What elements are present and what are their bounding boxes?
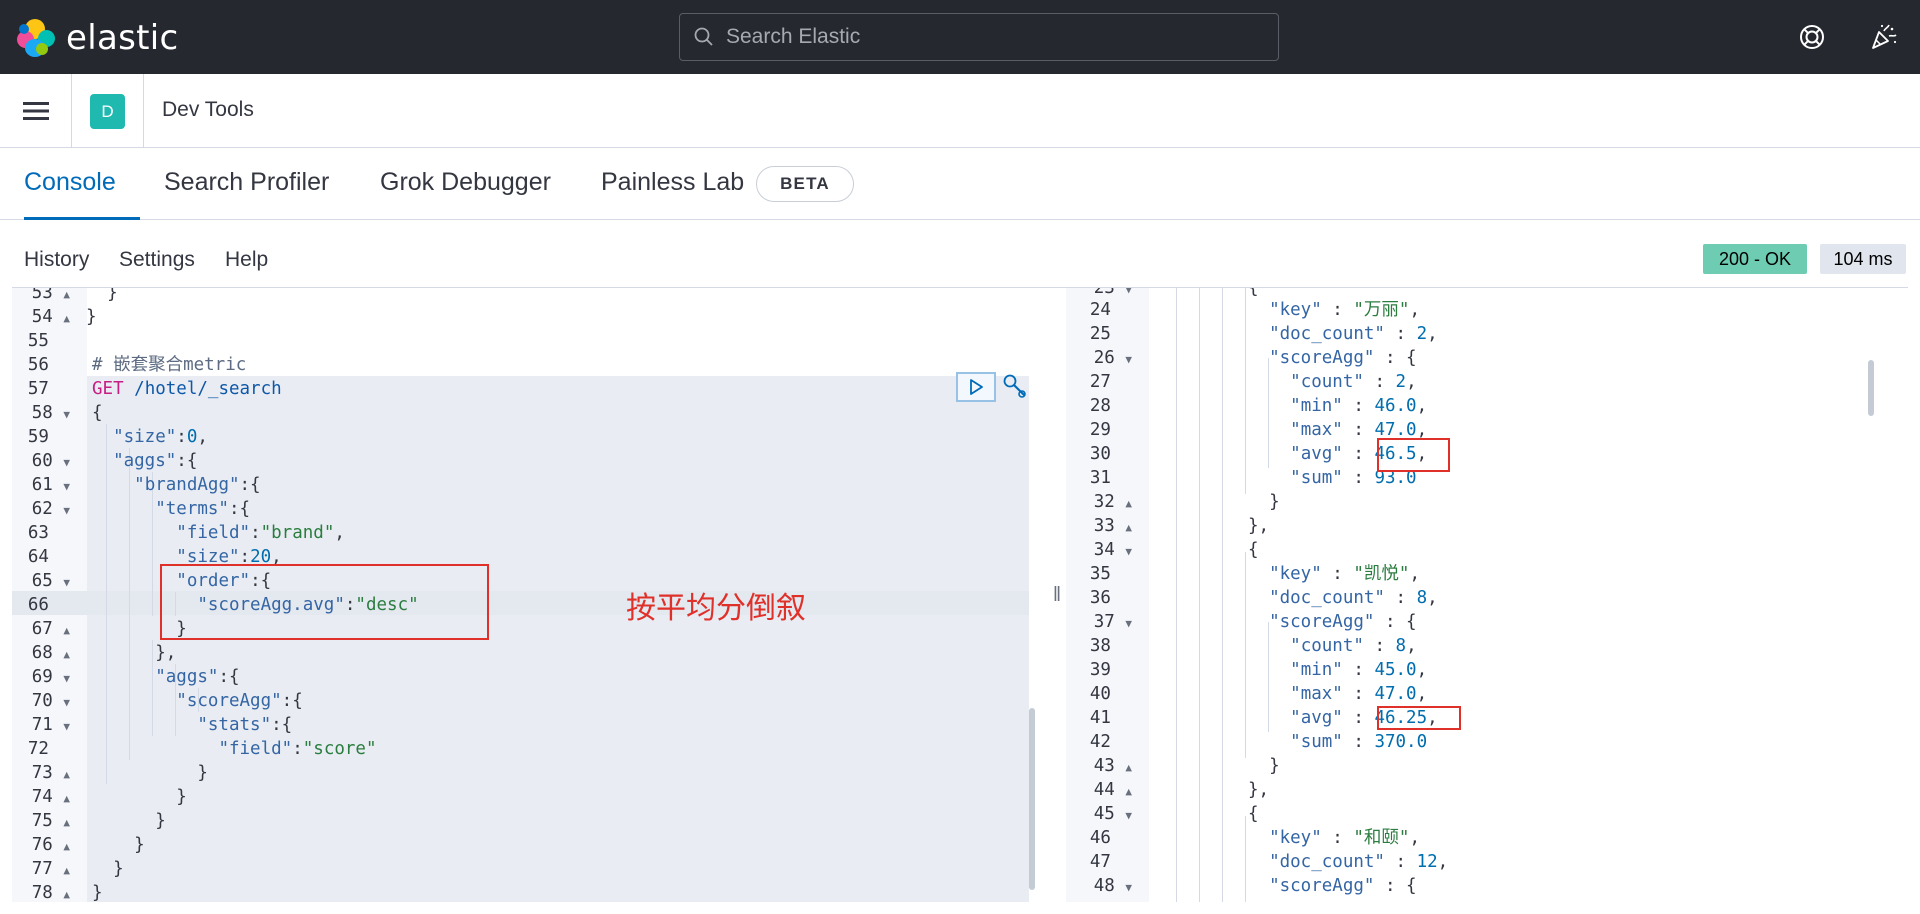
- search-input[interactable]: [726, 25, 1246, 49]
- hamburger-icon: [22, 102, 49, 120]
- history-link[interactable]: History: [24, 248, 89, 272]
- response-scrollbar[interactable]: [1868, 360, 1874, 416]
- global-search[interactable]: [679, 13, 1279, 61]
- response-viewer[interactable]: 23 ▼{ 24 "key" : "万丽", 25 "doc_count" : …: [1066, 288, 1908, 902]
- hamburger-menu-button[interactable]: [0, 74, 72, 148]
- pane-resizer[interactable]: ‖: [1048, 288, 1066, 902]
- request-editor[interactable]: 53 ▲ } 54 ▲} 55 56 # 嵌套聚合metric 57 GET /…: [12, 288, 1047, 902]
- tab-search-profiler[interactable]: Search Profiler: [164, 168, 329, 220]
- help-link[interactable]: Help: [225, 248, 268, 272]
- dev-tools-tabs: Console Search Profiler Grok Debugger Pa…: [0, 148, 1920, 220]
- request-actions: [956, 372, 1028, 402]
- request-scrollbar[interactable]: [1029, 708, 1035, 890]
- party-popper-icon[interactable]: [1868, 22, 1898, 52]
- tab-painless-lab[interactable]: Painless Lab: [601, 168, 744, 220]
- breadcrumb: Dev Tools: [162, 98, 254, 121]
- annotation-text: 按平均分倒叙: [626, 591, 806, 626]
- search-icon: [694, 27, 713, 46]
- app-subheader: D Dev Tools: [0, 74, 1920, 148]
- divider: [143, 74, 144, 148]
- wrench-icon[interactable]: [1002, 373, 1028, 401]
- play-icon: [970, 379, 983, 395]
- avg-highlight-box: [1377, 706, 1461, 730]
- send-request-button[interactable]: [956, 372, 996, 402]
- beta-badge: BETA: [756, 166, 854, 202]
- lifesaver-icon[interactable]: [1797, 22, 1827, 52]
- duration-badge: 104 ms: [1820, 244, 1906, 274]
- tab-grok-debugger[interactable]: Grok Debugger: [380, 168, 551, 220]
- console-toolbar: History Settings Help: [0, 220, 1920, 288]
- elastic-logo[interactable]: elastic: [16, 18, 178, 58]
- status-badge: 200 - OK: [1703, 244, 1807, 274]
- elastic-logo-icon: [16, 19, 56, 57]
- avg-highlight-box: [1377, 438, 1450, 472]
- order-highlight-box: [160, 564, 489, 640]
- global-header: elastic: [0, 0, 1920, 74]
- tab-console[interactable]: Console: [24, 168, 140, 220]
- space-avatar[interactable]: D: [90, 94, 125, 129]
- settings-link[interactable]: Settings: [119, 248, 195, 272]
- brand-name: elastic: [66, 18, 179, 58]
